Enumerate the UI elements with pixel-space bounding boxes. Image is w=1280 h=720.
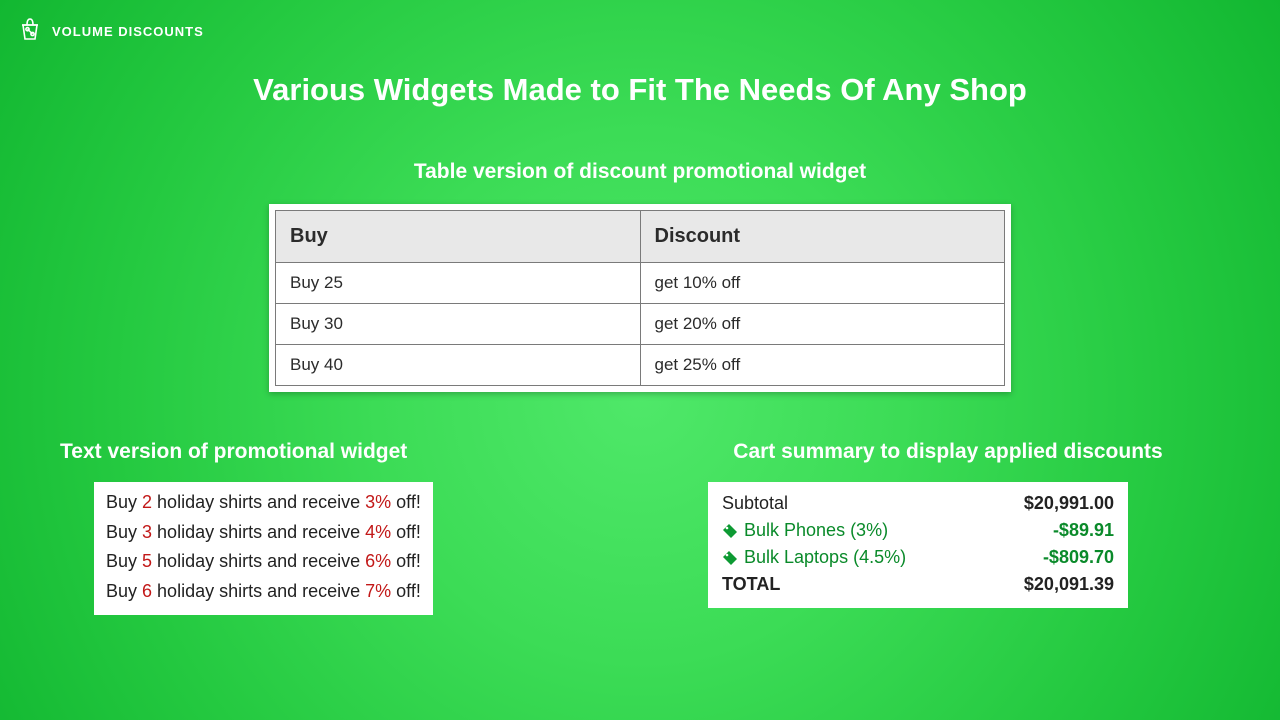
pct-highlight: 7% xyxy=(365,581,391,601)
discount-table: Buy Discount Buy 25 get 10% off Buy 30 g… xyxy=(275,210,1005,386)
cart-row-discount: Bulk Phones (3%) -$89.91 xyxy=(722,517,1114,544)
cart-discount-value: -$89.91 xyxy=(1053,520,1114,541)
cart-row-subtotal: Subtotal $20,991.00 xyxy=(722,490,1114,517)
page-title: Various Widgets Made to Fit The Needs Of… xyxy=(0,72,1280,108)
pct-highlight: 6% xyxy=(365,551,391,571)
table-widget-title: Table version of discount promotional wi… xyxy=(0,160,1280,184)
cart-summary-card: Subtotal $20,991.00 Bulk Phones (3%) -$8… xyxy=(708,482,1128,608)
: $20,091.39 xyxy=(1024,574,1114,595)
text-widget-card: Buy 2 holiday shirts and receive 3% off!… xyxy=(94,482,433,615)
brand-header: VOLUME DISCOUNTS xyxy=(18,16,204,47)
cart-summary-section: Cart summary to display applied discount… xyxy=(668,440,1228,608)
text-widget-line: Buy 2 holiday shirts and receive 3% off! xyxy=(106,488,421,518)
qty-highlight: 2 xyxy=(142,492,152,512)
pct-highlight: 4% xyxy=(365,522,391,542)
cart-discount-value: -$809.70 xyxy=(1043,547,1114,568)
table-cell-buy: Buy 30 xyxy=(276,304,641,345)
text-widget-line: Buy 3 holiday shirts and receive 4% off! xyxy=(106,518,421,548)
qty-highlight: 5 xyxy=(142,551,152,571)
table-widget-card: Buy Discount Buy 25 get 10% off Buy 30 g… xyxy=(269,204,1011,392)
table-cell-buy: Buy 40 xyxy=(276,345,641,386)
tag-icon xyxy=(722,523,738,539)
table-widget-section: Table version of discount promotional wi… xyxy=(0,160,1280,397)
qty-highlight: 3 xyxy=(142,522,152,542)
cart-logo-icon xyxy=(18,16,42,47)
text-widget-line: Buy 5 holiday shirts and receive 6% off! xyxy=(106,547,421,577)
cart-row-total: TOTAL $20,091.39 xyxy=(722,571,1114,598)
tag-icon xyxy=(722,550,738,566)
cart-total-label: TOTAL xyxy=(722,574,780,595)
table-cell-buy: Buy 25 xyxy=(276,263,641,304)
cart-row-discount: Bulk Laptops (4.5%) -$809.70 xyxy=(722,544,1114,571)
cart-subtotal-value: $20,991.00 xyxy=(1024,493,1114,514)
cart-discount-label: Bulk Laptops (4.5%) xyxy=(744,547,906,568)
table-header-discount: Discount xyxy=(640,211,1005,263)
text-widget-section: Text version of promotional widget Buy 2… xyxy=(60,440,500,615)
table-cell-discount: get 10% off xyxy=(640,263,1005,304)
table-row: Buy 40 get 25% off xyxy=(276,345,1005,386)
cart-discount-label: Bulk Phones (3%) xyxy=(744,520,888,541)
table-cell-discount: get 20% off xyxy=(640,304,1005,345)
table-header-buy: Buy xyxy=(276,211,641,263)
cart-subtotal-label: Subtotal xyxy=(722,493,788,514)
pct-highlight: 3% xyxy=(365,492,391,512)
table-row: Buy 30 get 20% off xyxy=(276,304,1005,345)
text-widget-title: Text version of promotional widget xyxy=(60,440,500,464)
qty-highlight: 6 xyxy=(142,581,152,601)
cart-summary-title: Cart summary to display applied discount… xyxy=(668,440,1228,464)
text-widget-line: Buy 6 holiday shirts and receive 7% off! xyxy=(106,577,421,607)
brand-text: VOLUME DISCOUNTS xyxy=(52,24,204,39)
table-cell-discount: get 25% off xyxy=(640,345,1005,386)
table-row: Buy 25 get 10% off xyxy=(276,263,1005,304)
